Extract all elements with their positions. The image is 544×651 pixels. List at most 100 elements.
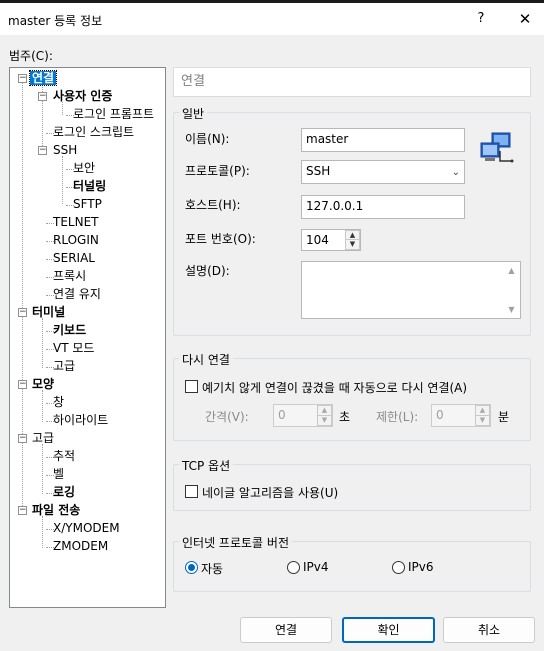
category-tree[interactable]: − − − − − − − 연결 사용자 인증 로그인 프롬프트 로그인 스크립… — [9, 67, 166, 608]
scroll-down-icon[interactable]: ▼ — [503, 305, 520, 314]
tree-item-highlight[interactable]: 하이라이트 — [51, 412, 110, 429]
spin-up-icon[interactable]: ▲ — [346, 231, 359, 240]
tree-item-xymodem[interactable]: X/YMODEM — [51, 520, 122, 537]
tree-item-telnet[interactable]: TELNET — [51, 214, 101, 231]
tree-item-label: 사용자 인증 — [53, 89, 113, 103]
tree-item-login-script[interactable]: 로그인 스크립트 — [51, 124, 136, 141]
tree-item-label: 창 — [53, 395, 65, 409]
tree-item-proxy[interactable]: 프록시 — [51, 268, 88, 285]
spin-up-icon[interactable]: ▲ — [318, 406, 331, 416]
close-button[interactable]: ✕ — [510, 6, 540, 32]
tree-item-label: SFTP — [73, 197, 102, 211]
spin-down-icon[interactable]: ▼ — [476, 416, 489, 426]
connect-button[interactable]: 연결 — [240, 617, 332, 643]
host-input[interactable]: 127.0.0.1 — [301, 195, 465, 219]
tree-item-label: 벨 — [53, 467, 65, 481]
interval-unit: 초 — [339, 410, 351, 424]
tree-item-rlogin[interactable]: RLOGIN — [51, 232, 101, 249]
port-label: 포트 번호(O): — [185, 232, 256, 246]
interval-label: 간격(V): — [205, 410, 249, 424]
tree-item-zmodem[interactable]: ZMODEM — [51, 538, 110, 555]
tree-item-sftp[interactable]: SFTP — [71, 196, 104, 213]
tree-item-trace[interactable]: 추적 — [51, 448, 77, 465]
general-group-title: 일반 — [179, 105, 208, 122]
tree-item-label: 추적 — [53, 449, 76, 463]
limit-unit: 분 — [498, 410, 510, 424]
tree-item-serial[interactable]: SERIAL — [51, 250, 97, 267]
tree-item-label: 키보드 — [53, 323, 87, 337]
tree-item-security[interactable]: 보안 — [71, 160, 97, 177]
collapse-icon[interactable]: − — [18, 434, 27, 443]
tree-line — [22, 82, 23, 514]
tree-item-keyboard[interactable]: 키보드 — [51, 322, 88, 339]
protocol-select-value: SSH — [306, 164, 331, 178]
interval-value: 0 — [278, 408, 286, 422]
tree-item-connection[interactable]: 연결 — [28, 70, 58, 87]
tree-item-tunneling[interactable]: 터널링 — [71, 178, 108, 195]
tree-item-user-auth[interactable]: 사용자 인증 — [51, 88, 114, 105]
tree-item-label: 로그인 스크립트 — [53, 125, 135, 139]
protocol-select[interactable]: SSH ⌄ — [301, 160, 465, 184]
nagle-checkbox[interactable] — [185, 485, 198, 498]
interval-spinner[interactable]: ▲ ▼ — [317, 405, 332, 426]
tree-item-bell[interactable]: 벨 — [51, 466, 66, 483]
name-label: 이름(N): — [185, 132, 230, 146]
tree-line — [42, 390, 43, 422]
ok-button[interactable]: 확인 — [342, 617, 435, 643]
tree-item-vt-mode[interactable]: VT 모드 — [51, 340, 96, 357]
tree-item-label: 모양 — [32, 377, 55, 391]
collapse-icon[interactable]: − — [38, 92, 47, 101]
collapse-icon[interactable]: − — [18, 74, 27, 83]
name-input[interactable]: master — [301, 128, 465, 152]
tree-line — [42, 516, 43, 548]
collapse-icon[interactable]: − — [18, 308, 27, 317]
tree-item-file-transfer[interactable]: 파일 전송 — [30, 502, 82, 519]
tree-line — [42, 444, 43, 494]
tree-item-keepalive[interactable]: 연결 유지 — [51, 286, 103, 303]
help-button[interactable]: ? — [466, 6, 496, 32]
collapse-icon[interactable]: − — [38, 146, 47, 155]
title-bar: master 등록 정보 ? ✕ — [0, 3, 544, 35]
tree-item-logging[interactable]: 로깅 — [51, 484, 77, 501]
tree-item-terminal-advanced[interactable]: 고급 — [51, 358, 77, 375]
tree-line — [42, 318, 43, 368]
limit-spinner[interactable]: ▲ ▼ — [475, 405, 490, 426]
port-spinner[interactable]: ▲ ▼ — [345, 230, 360, 250]
tree-item-label: 고급 — [53, 359, 76, 373]
tree-item-label: 연결 — [28, 70, 58, 86]
reconnect-group-title: 다시 연결 — [179, 351, 233, 368]
description-textarea[interactable]: ▲ ▼ — [301, 261, 521, 319]
tree-item-label: 로깅 — [53, 485, 76, 499]
collapse-icon[interactable]: − — [18, 506, 27, 515]
tree-item-label: SERIAL — [53, 251, 95, 265]
scroll-up-icon[interactable]: ▲ — [503, 266, 520, 275]
tree-item-login-prompt[interactable]: 로그인 프롬프트 — [71, 106, 156, 123]
tree-item-label: VT 모드 — [53, 341, 95, 355]
description-scrollbar[interactable]: ▲ ▼ — [503, 262, 520, 318]
cancel-button[interactable]: 취소 — [443, 617, 535, 643]
spin-down-icon[interactable]: ▼ — [318, 416, 331, 426]
tree-item-ssh[interactable]: SSH — [51, 142, 79, 159]
spin-up-icon[interactable]: ▲ — [476, 406, 489, 416]
ipv6-radio[interactable] — [392, 561, 405, 574]
ipv4-label: IPv4 — [303, 560, 329, 574]
auto-reconnect-checkbox[interactable] — [185, 380, 198, 393]
ipv4-radio[interactable] — [287, 561, 300, 574]
ip-auto-radio[interactable] — [185, 561, 198, 574]
tree-item-appearance[interactable]: 모양 — [30, 376, 56, 393]
auto-reconnect-label: 예기치 않게 연결이 끊겼을 때 자동으로 다시 연결(A) — [202, 381, 468, 395]
limit-value: 0 — [436, 408, 444, 422]
tree-item-label: RLOGIN — [53, 233, 99, 247]
spin-down-icon[interactable]: ▼ — [346, 240, 359, 249]
tcp-options-group-title: TCP 옵션 — [179, 457, 234, 474]
collapse-icon[interactable]: − — [18, 380, 27, 389]
category-label: 범주(C): — [9, 49, 53, 63]
tree-item-terminal[interactable]: 터미널 — [30, 304, 67, 321]
description-label: 설명(D): — [185, 264, 230, 278]
tree-line — [62, 156, 63, 204]
protocol-label: 프로토콜(P): — [185, 164, 250, 178]
tree-item-advanced[interactable]: 고급 — [30, 430, 56, 447]
limit-label: 제한(L): — [376, 410, 419, 424]
tree-item-label: X/YMODEM — [53, 521, 120, 535]
tree-item-window[interactable]: 창 — [51, 394, 66, 411]
